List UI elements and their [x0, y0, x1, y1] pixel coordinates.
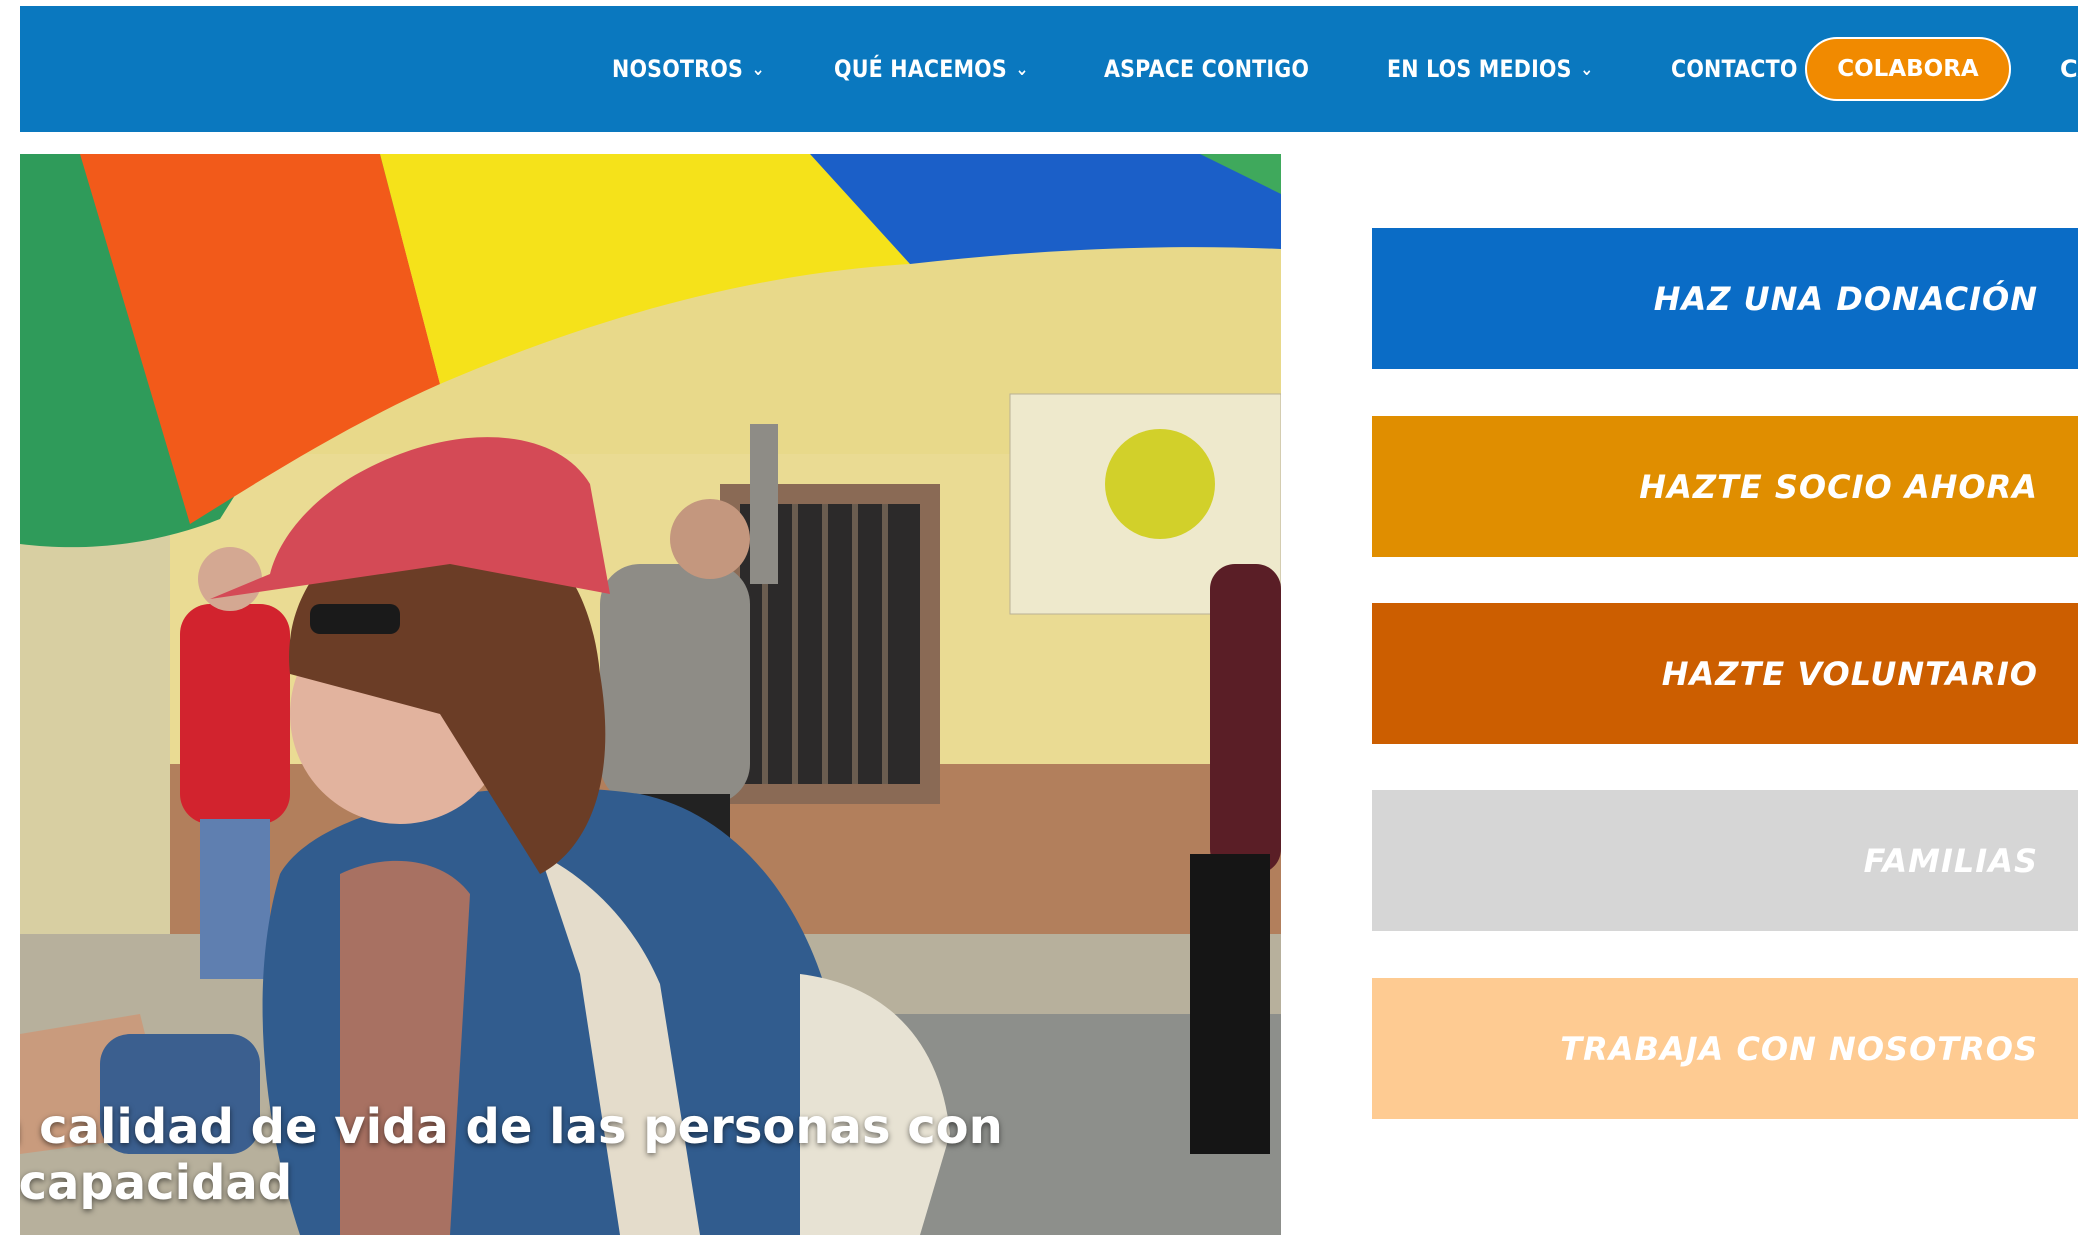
- hero-caption-line-2: scapacidad: [20, 1155, 293, 1211]
- familias-button[interactable]: FAMILIAS: [1372, 790, 2078, 931]
- chevron-down-icon: ⌄: [751, 58, 765, 80]
- nav-item-en-los-medios[interactable]: EN LOS MEDIOS ⌄: [1387, 55, 1593, 83]
- nav-item-label: NOSOTROS: [612, 55, 744, 83]
- nav-item-label: EN LOS MEDIOS: [1386, 55, 1572, 83]
- nav-item-contacto[interactable]: CONTACTO: [1671, 55, 1798, 83]
- nav-item-aspace-contigo[interactable]: ASPACE CONTIGO: [1104, 55, 1309, 83]
- colabora-button[interactable]: COLABORA: [1805, 37, 2011, 101]
- hero-caption-line-1: a calidad de vida de las personas con: [20, 1099, 1003, 1155]
- top-navigation-bar: NOSOTROS ⌄ QUÉ HACEMOS ⌄ ASPACE CONTIGO …: [20, 6, 2078, 132]
- hero-caption: a calidad de vida de las personas con sc…: [20, 1099, 1003, 1211]
- nav-item-nosotros[interactable]: NOSOTROS ⌄: [612, 55, 765, 83]
- nav-item-label: QUÉ HACEMOS: [833, 55, 1007, 83]
- hero-image: a calidad de vida de las personas con sc…: [20, 154, 1281, 1235]
- hero-photo-illustration: [20, 154, 1281, 1235]
- chevron-down-icon: ⌄: [1015, 58, 1029, 80]
- chevron-down-icon: ⌄: [1579, 58, 1593, 80]
- main-menu: NOSOTROS ⌄ QUÉ HACEMOS ⌄ ASPACE CONTIGO …: [612, 6, 1862, 132]
- nav-item-que-hacemos[interactable]: QUÉ HACEMOS ⌄: [834, 55, 1029, 83]
- hazte-socio-button[interactable]: HAZTE SOCIO AHORA: [1372, 416, 2078, 557]
- nav-item-label: ASPACE CONTIGO: [1104, 55, 1310, 83]
- nav-item-label: CONTACTO: [1670, 55, 1798, 83]
- trabaja-con-nosotros-button[interactable]: TRABAJA CON NOSOTROS: [1372, 978, 2078, 1119]
- haz-una-donacion-button[interactable]: HAZ UNA DONACIÓN: [1372, 228, 2078, 369]
- hazte-voluntario-button[interactable]: HAZTE VOLUNTARIO: [1372, 603, 2078, 744]
- nav-item-cut-off[interactable]: CA: [2060, 6, 2078, 132]
